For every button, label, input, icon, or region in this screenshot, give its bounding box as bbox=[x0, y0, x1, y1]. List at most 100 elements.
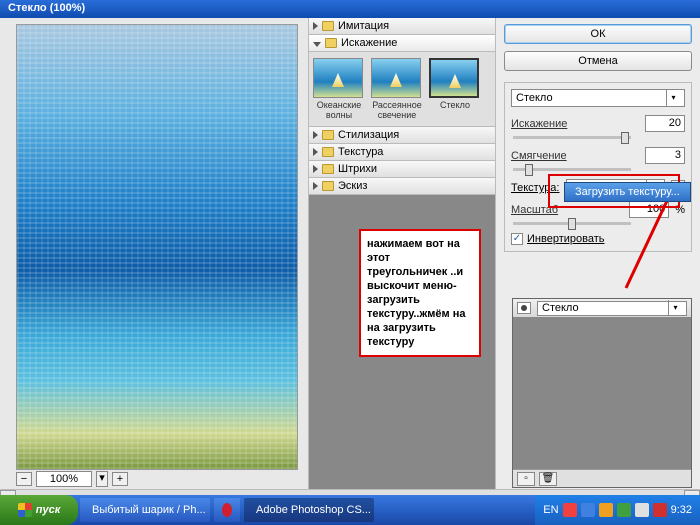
smoothness-label: Смягчение bbox=[511, 150, 639, 162]
scale-row: Масштаб 100 % bbox=[511, 201, 685, 218]
preview-pane: − 100% ▾ + bbox=[0, 18, 308, 489]
scale-slider[interactable] bbox=[513, 222, 631, 225]
distortion-input[interactable]: 20 bbox=[645, 115, 685, 132]
smoothness-slider[interactable] bbox=[513, 168, 631, 171]
thumb-label: Океанские волны bbox=[313, 100, 365, 120]
tray-icon[interactable] bbox=[617, 503, 631, 517]
tray-icon[interactable] bbox=[599, 503, 613, 517]
tray-icon[interactable] bbox=[563, 503, 577, 517]
filter-thumbnails: Океанские волны Рассеянное свечение Стек… bbox=[309, 52, 495, 127]
filter-name-select[interactable]: Стекло ▾ bbox=[511, 89, 685, 107]
category-label: Имитация bbox=[338, 20, 389, 32]
smoothness-input[interactable]: 3 bbox=[645, 147, 685, 164]
category-stylization[interactable]: Стилизация bbox=[309, 127, 495, 144]
ok-button[interactable]: ОК bbox=[504, 24, 692, 44]
category-sketch[interactable]: Эскиз bbox=[309, 178, 495, 195]
tray-icon[interactable] bbox=[653, 503, 667, 517]
folder-icon bbox=[322, 147, 334, 157]
start-button[interactable]: пуск bbox=[0, 495, 78, 525]
lang-indicator[interactable]: EN bbox=[543, 504, 558, 516]
chevron-right-icon bbox=[313, 148, 318, 156]
taskbar-item[interactable]: Выбитый шарик / Ph... bbox=[80, 498, 210, 522]
invert-checkbox[interactable]: ✓ bbox=[511, 233, 523, 245]
windows-logo-icon bbox=[18, 503, 32, 517]
invert-label: Инвертировать bbox=[527, 233, 604, 245]
tray-icon[interactable] bbox=[635, 503, 649, 517]
thumb-glass[interactable]: Стекло bbox=[429, 58, 481, 120]
window-titlebar: Стекло (100%) bbox=[0, 0, 700, 18]
window-title: Стекло (100%) bbox=[8, 2, 85, 14]
thumb-label: Рассеянное свечение bbox=[371, 100, 423, 120]
chevron-down-icon: ▾ bbox=[666, 90, 680, 106]
category-label: Эскиз bbox=[338, 180, 367, 192]
cancel-button[interactable]: Отмена bbox=[504, 51, 692, 71]
main-area: − 100% ▾ + Имитация Искажение Океанские … bbox=[0, 18, 700, 489]
chevron-right-icon bbox=[313, 182, 318, 190]
scale-unit: % bbox=[675, 204, 685, 216]
zoom-dropdown[interactable]: ▾ bbox=[96, 471, 108, 487]
thumb-image bbox=[371, 58, 421, 98]
category-label: Искажение bbox=[341, 37, 397, 49]
taskbar-item-label: Adobe Photoshop CS... bbox=[256, 504, 371, 516]
filter-select-row: Стекло ▾ bbox=[511, 89, 685, 107]
filter-settings-group: Стекло ▾ Искажение 20 Смягчение 3 Тексту… bbox=[504, 82, 692, 252]
texture-label: Текстура: bbox=[511, 182, 560, 194]
thumb-label: Стекло bbox=[429, 100, 481, 110]
chevron-right-icon bbox=[313, 22, 318, 30]
filter-name-value: Стекло bbox=[516, 90, 553, 106]
delete-layer-button[interactable]: 🗑 bbox=[539, 472, 557, 486]
layer-row[interactable]: Стекло ▾ bbox=[513, 299, 691, 317]
distortion-slider[interactable] bbox=[513, 136, 631, 139]
effect-layers-pane: Стекло ▾ ▫ 🗑 bbox=[512, 298, 692, 488]
folder-icon bbox=[325, 38, 337, 48]
empty-area: нажимаем вот на этот треугольничек ..и в… bbox=[309, 195, 495, 489]
zoom-value: 100% bbox=[36, 471, 92, 487]
distortion-label: Искажение bbox=[511, 118, 639, 130]
opera-icon bbox=[222, 503, 232, 517]
category-label: Штрихи bbox=[338, 163, 377, 175]
load-texture-menu-item[interactable]: Загрузить текстуру... bbox=[564, 182, 691, 202]
new-layer-button[interactable]: ▫ bbox=[517, 472, 535, 486]
taskbar-item[interactable] bbox=[214, 498, 240, 522]
zoom-bar: − 100% ▾ + bbox=[0, 470, 308, 488]
preview-image bbox=[16, 24, 298, 470]
tutorial-annotation: нажимаем вот на этот треугольничек ..и в… bbox=[359, 229, 481, 357]
thumb-diffuse-glow[interactable]: Рассеянное свечение bbox=[371, 58, 423, 120]
folder-icon bbox=[322, 21, 334, 31]
filter-categories-pane: Имитация Искажение Океанские волны Рассе… bbox=[308, 18, 496, 489]
chevron-right-icon bbox=[313, 165, 318, 173]
category-distortion[interactable]: Искажение bbox=[309, 35, 495, 52]
layer-select[interactable]: Стекло ▾ bbox=[537, 301, 687, 316]
layers-toolbar: ▫ 🗑 bbox=[513, 469, 691, 487]
smoothness-row: Смягчение 3 bbox=[511, 147, 685, 164]
thumb-image bbox=[313, 58, 363, 98]
category-label: Текстура bbox=[338, 146, 383, 158]
folder-icon bbox=[322, 130, 334, 140]
visibility-icon[interactable] bbox=[517, 302, 531, 314]
zoom-out-button[interactable]: − bbox=[16, 472, 32, 486]
thumb-image bbox=[429, 58, 479, 98]
taskbar-item-active[interactable]: Adobe Photoshop CS... bbox=[244, 498, 374, 522]
scale-input[interactable]: 100 bbox=[629, 201, 669, 218]
zoom-in-button[interactable]: + bbox=[112, 472, 128, 486]
settings-pane: ОК Отмена Стекло ▾ Искажение 20 Смягчени… bbox=[496, 18, 700, 489]
chevron-down-icon: ▾ bbox=[668, 300, 682, 316]
distortion-row: Искажение 20 bbox=[511, 115, 685, 132]
layer-name: Стекло bbox=[542, 300, 579, 316]
folder-icon bbox=[322, 181, 334, 191]
category-label: Стилизация bbox=[338, 129, 399, 141]
chevron-right-icon bbox=[313, 131, 318, 139]
clock[interactable]: 9:32 bbox=[671, 504, 692, 516]
scale-label: Масштаб bbox=[511, 204, 623, 216]
windows-taskbar: пуск Выбитый шарик / Ph... Adobe Photosh… bbox=[0, 495, 700, 525]
tray-icon[interactable] bbox=[581, 503, 595, 517]
thumb-ocean-waves[interactable]: Океанские волны bbox=[313, 58, 365, 120]
chevron-down-icon bbox=[313, 42, 321, 47]
invert-row: ✓ Инвертировать bbox=[511, 233, 685, 245]
category-texture[interactable]: Текстура bbox=[309, 144, 495, 161]
system-tray: EN 9:32 bbox=[535, 495, 700, 525]
category-strokes[interactable]: Штрихи bbox=[309, 161, 495, 178]
start-label: пуск bbox=[36, 504, 61, 516]
category-imitation[interactable]: Имитация bbox=[309, 18, 495, 35]
folder-icon bbox=[322, 164, 334, 174]
